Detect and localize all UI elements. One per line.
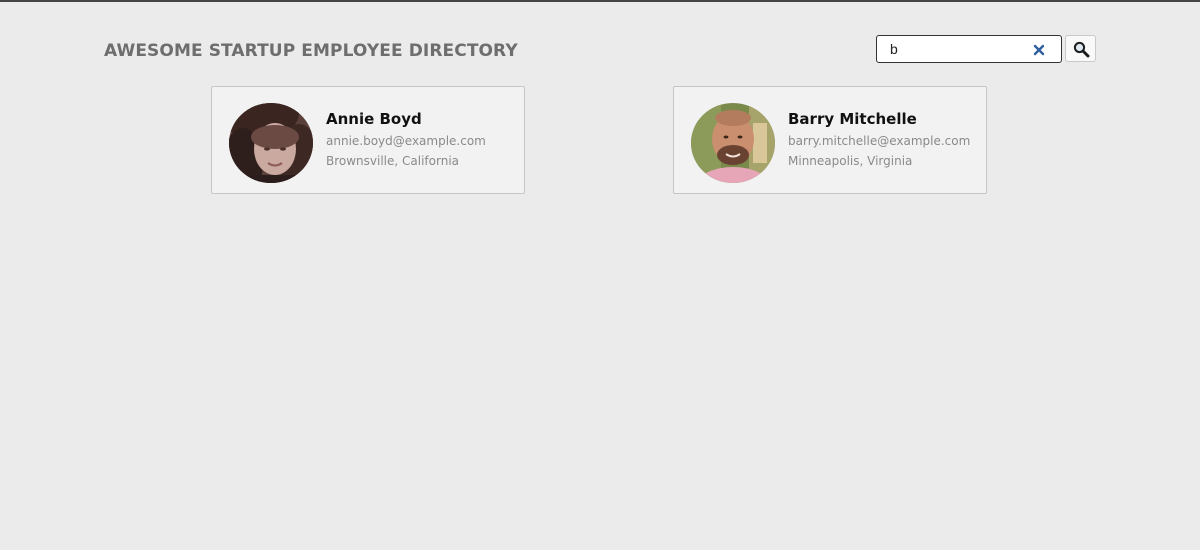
employee-location: Minneapolis, Virginia: [788, 154, 913, 168]
search-input[interactable]: [890, 36, 1030, 62]
employee-avatar: [691, 103, 775, 183]
employee-email: barry.mitchelle@example.com: [788, 134, 971, 148]
close-icon[interactable]: [1032, 42, 1046, 56]
search-button[interactable]: [1065, 35, 1096, 62]
top-border: [0, 0, 1200, 2]
employee-card[interactable]: Annie Boyd annie.boyd@example.com Browns…: [211, 86, 525, 194]
employee-card[interactable]: Barry Mitchelle barry.mitchelle@example.…: [673, 86, 987, 194]
search-field: [876, 35, 1062, 63]
employee-avatar: [229, 103, 313, 183]
search-form: [876, 35, 1097, 63]
employee-name: Barry Mitchelle: [788, 110, 917, 128]
employee-location: Brownsville, California: [326, 154, 460, 168]
page-title: AWESOME STARTUP EMPLOYEE DIRECTORY: [104, 41, 518, 61]
employee-info: Barry Mitchelle barry.mitchelle@example.…: [788, 109, 970, 171]
employee-info: Annie Boyd annie.boyd@example.com Browns…: [326, 109, 486, 171]
employee-name: Annie Boyd: [326, 110, 422, 128]
employee-email: annie.boyd@example.com: [326, 134, 486, 148]
